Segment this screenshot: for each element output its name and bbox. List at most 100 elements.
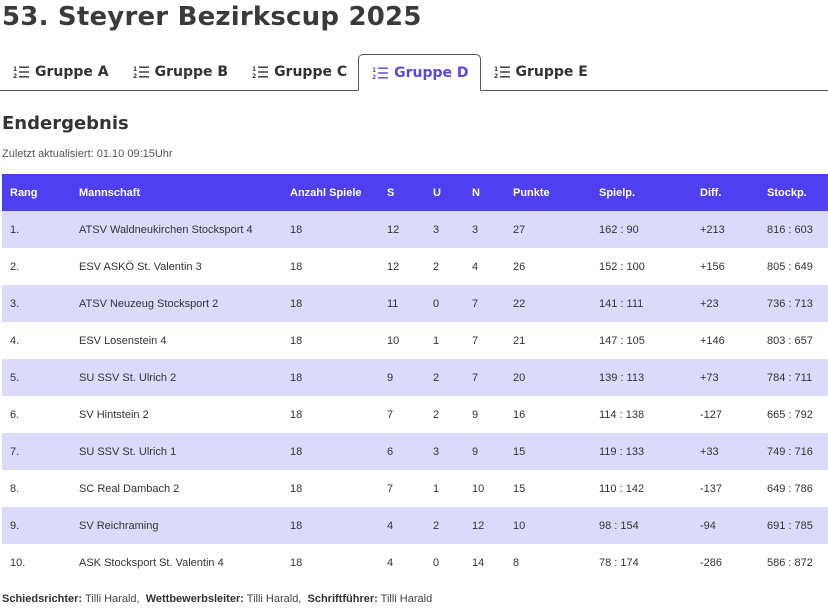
tab-label: Gruppe E: [515, 64, 588, 80]
group-tabs: 1 2 Gruppe A 1 2 Gruppe B 1 2 Gruppe C 1 2 Gruppe D…: [0, 54, 828, 91]
tab-gruppe-c[interactable]: 1 2 Gruppe C: [239, 54, 358, 90]
cell-game-points: 114 : 138: [599, 408, 645, 421]
cell-wins: 4: [387, 556, 394, 569]
table-row: 8. SC Real Dambach 2 18 7 1 10 15 110 : 142 -137…: [2, 470, 828, 507]
cell-games: 18: [290, 556, 303, 569]
cell-game-points: 147 : 105: [599, 334, 645, 347]
cell-difference: -94: [700, 519, 716, 532]
cell-wins: 11: [387, 297, 399, 310]
table-row: 9. SV Reichraming 18 4 2 12 10 98 : 154 -94 691 :…: [2, 507, 828, 544]
cell-games: 18: [290, 334, 303, 347]
cell-points: 16: [513, 408, 526, 421]
table-body: 1. ATSV Waldneukirchen Stocksport 4 18 12 3 3…: [2, 211, 828, 581]
cell-difference: +156: [700, 260, 725, 273]
cell-losses: 12: [472, 519, 485, 532]
cell-team: ATSV Neuzeug Stocksport 2: [79, 297, 219, 310]
cell-game-points: 162 : 90: [599, 223, 639, 236]
cell-losses: 7: [472, 334, 479, 347]
column-header-difference: Diff.: [700, 186, 722, 199]
cell-points: 20: [513, 371, 526, 384]
svg-text:2: 2: [372, 74, 376, 80]
tab-gruppe-a[interactable]: 1 2 Gruppe A: [0, 54, 120, 90]
cell-rank: 3.: [10, 297, 20, 310]
director-name: Tilli Harald,: [246, 593, 302, 605]
cell-stock-points: 784 : 711: [767, 371, 813, 384]
cell-rank: 8.: [10, 482, 20, 495]
cell-draws: 3: [433, 223, 440, 236]
table-header: Rang Mannschaft Anzahl Spiele S U N Punkte Spie…: [2, 174, 828, 211]
cell-points: 10: [513, 519, 526, 532]
svg-text:1: 1: [494, 66, 498, 73]
tab-label: Gruppe B: [154, 64, 229, 80]
column-header-games: Anzahl Spiele: [290, 186, 362, 199]
column-header-wins: S: [387, 186, 395, 199]
cell-games: 18: [290, 371, 303, 384]
cell-stock-points: 803 : 657: [767, 334, 813, 347]
cell-points: 22: [513, 297, 526, 310]
cell-rank: 2.: [10, 260, 20, 273]
cell-difference: -137: [700, 482, 723, 495]
referee-label: Schiedsrichter:: [2, 593, 83, 605]
column-header-points: Punkte: [513, 186, 550, 199]
director-label: Wettbewerbsleiter:: [145, 593, 244, 605]
table-row: 3. ATSV Neuzeug Stocksport 2 18 11 0 7 22 141 :…: [2, 285, 828, 322]
cell-game-points: 78 : 174: [599, 556, 639, 569]
cell-stock-points: 805 : 649: [767, 260, 813, 273]
page-title: 53. Steyrer Bezirkscup 2025: [2, 2, 422, 32]
cell-games: 18: [290, 519, 303, 532]
cell-game-points: 141 : 111: [599, 297, 644, 310]
referee-name: Tilli Harald,: [84, 593, 140, 605]
cell-team: SV Reichraming: [79, 519, 159, 532]
cell-difference: +146: [700, 334, 725, 347]
officials-footer: Schiedsrichter: Tilli Harald, Wettbewerb…: [2, 593, 432, 605]
header-row: Rang Mannschaft Anzahl Spiele S U N Punkte Spie…: [2, 174, 828, 211]
cell-losses: 10: [472, 482, 485, 495]
cell-team: ASK Stocksport St. Valentin 4: [79, 556, 224, 569]
cell-stock-points: 816 : 603: [767, 223, 813, 236]
svg-text:2: 2: [133, 73, 137, 79]
cell-draws: 0: [433, 297, 440, 310]
cell-difference: +33: [700, 445, 719, 458]
cell-game-points: 139 : 113: [599, 371, 645, 384]
last-updated: Zuletzt aktualisiert: 01.10 09:15Uhr: [2, 148, 173, 160]
cell-draws: 3: [433, 445, 440, 458]
cell-stock-points: 736 : 713: [767, 297, 813, 310]
cell-stock-points: 691 : 785: [767, 519, 813, 532]
cell-team: SU SSV St. Ulrich 2: [79, 371, 177, 384]
cell-difference: -286: [700, 556, 723, 569]
cell-team: SU SSV St. Ulrich 1: [79, 445, 177, 458]
cell-difference: -127: [700, 408, 723, 421]
cell-wins: 4: [387, 519, 394, 532]
cell-losses: 4: [472, 260, 479, 273]
cell-draws: 2: [433, 519, 440, 532]
cell-rank: 4.: [10, 334, 20, 347]
cell-games: 18: [290, 445, 303, 458]
cell-stock-points: 649 : 786: [767, 482, 813, 495]
svg-text:2: 2: [494, 73, 498, 79]
cell-game-points: 98 : 154: [599, 519, 639, 532]
table-row: 1. ATSV Waldneukirchen Stocksport 4 18 12 3 3…: [2, 211, 828, 248]
tab-gruppe-b[interactable]: 1 2 Gruppe B: [120, 54, 239, 90]
tab-gruppe-d[interactable]: 1 2 Gruppe D: [358, 54, 481, 91]
cell-wins: 7: [387, 408, 394, 421]
cell-games: 18: [290, 482, 303, 495]
cell-draws: 2: [433, 371, 440, 384]
table-row: 10. ASK Stocksport St. Valentin 4 18 4 0 14 8 7…: [2, 544, 828, 581]
column-header-stock-points: Stockp.: [767, 186, 807, 199]
column-header-rank: Rang: [10, 186, 38, 199]
cell-points: 8: [513, 556, 520, 569]
cell-game-points: 152 : 100: [599, 260, 645, 273]
cell-draws: 2: [433, 260, 440, 273]
cell-losses: 7: [472, 297, 479, 310]
cell-difference: +213: [700, 223, 725, 236]
tab-gruppe-e[interactable]: 1 2 Gruppe E: [481, 54, 599, 90]
cell-rank: 10.: [10, 556, 26, 569]
cell-stock-points: 749 : 716: [767, 445, 813, 458]
numbered-list-icon: 12: [372, 66, 389, 80]
cell-team: ESV ASKÖ St. Valentin 3: [79, 260, 202, 273]
column-header-losses: N: [472, 186, 480, 199]
column-header-draws: U: [433, 186, 441, 199]
cell-rank: 1.: [10, 223, 20, 236]
cell-games: 18: [290, 297, 303, 310]
numbered-list-icon: 12: [494, 65, 510, 79]
